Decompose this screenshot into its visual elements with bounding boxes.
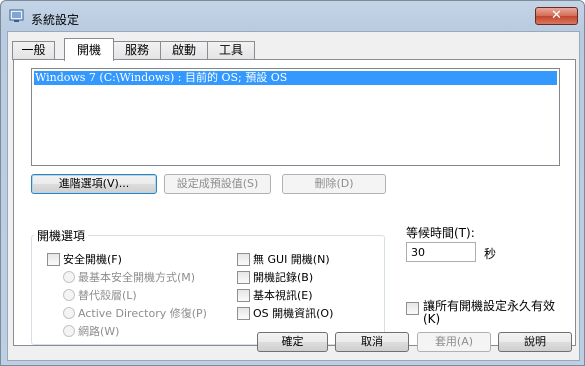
checkbox-box[interactable] — [237, 270, 250, 284]
base-video-checkbox[interactable]: 基本視訊(E) — [237, 287, 313, 302]
radio-circle[interactable] — [63, 289, 75, 301]
close-icon: ✕ — [551, 8, 562, 23]
advanced-options-button[interactable]: 進階選項(V)... — [31, 174, 157, 194]
tab-general[interactable]: 一般 — [12, 41, 55, 60]
tab-services[interactable]: 服務 — [113, 41, 161, 60]
radio-network[interactable]: 網路(W) — [63, 323, 119, 338]
timeout-input[interactable] — [406, 242, 476, 262]
ok-button[interactable]: 確定 — [257, 332, 328, 352]
radio-circle[interactable] — [63, 271, 75, 283]
radio-circle[interactable] — [63, 307, 75, 319]
checkbox-box[interactable] — [406, 302, 419, 315]
window-title: 系統設定 — [31, 13, 80, 27]
system-configuration-window: 系統設定 ✕ 一般 開機 服務 啟動 工具 Windows 7 (C:\Wind… — [0, 0, 585, 366]
checkbox-box[interactable] — [237, 252, 250, 266]
radio-circle[interactable] — [63, 325, 75, 337]
cancel-button[interactable]: 取消 — [335, 332, 409, 352]
apply-button[interactable]: 套用(A) — [417, 332, 491, 352]
radio-alternate-shell[interactable]: 替代殼層(L) — [63, 287, 137, 302]
msconfig-icon — [9, 9, 25, 23]
delete-button[interactable]: 刪除(D) — [282, 174, 386, 194]
title-bar[interactable]: 系統設定 ✕ — [1, 1, 584, 31]
radio-ad-repair[interactable]: Active Directory 修復(P) — [63, 305, 207, 320]
checkbox-box[interactable] — [237, 306, 250, 320]
tab-tools[interactable]: 工具 — [207, 41, 255, 60]
tab-startup[interactable]: 啟動 — [160, 41, 208, 60]
os-list[interactable]: Windows 7 (C:\Windows) : 目前的 OS; 預設 OS — [31, 68, 560, 166]
checkbox-box[interactable] — [47, 252, 60, 266]
help-button[interactable]: 說明 — [498, 332, 572, 352]
boot-log-checkbox[interactable]: 開機記錄(B) — [237, 269, 313, 284]
dialog-client-area: 一般 開機 服務 啟動 工具 Windows 7 (C:\Windows) : … — [7, 31, 580, 361]
boot-options-title: 開機選項 — [34, 227, 89, 244]
checkbox-box[interactable] — [237, 288, 250, 302]
set-as-default-button[interactable]: 設定成預設值(S) — [164, 174, 271, 194]
timeout-unit: 秒 — [484, 247, 497, 261]
timeout-label: 等候時間(T): — [406, 226, 475, 240]
no-gui-boot-checkbox[interactable]: 無 GUI 開機(N) — [237, 251, 330, 266]
boot-tab-panel: Windows 7 (C:\Windows) : 目前的 OS; 預設 OS 進… — [13, 59, 576, 346]
os-boot-info-checkbox[interactable]: OS 開機資訊(O) — [237, 305, 333, 320]
make-permanent-label: 讓所有開機設定永久有效(K) — [423, 299, 556, 326]
close-button[interactable]: ✕ — [535, 7, 578, 25]
make-permanent-checkbox[interactable]: 讓所有開機設定永久有效(K) — [406, 300, 566, 326]
os-list-item[interactable]: Windows 7 (C:\Windows) : 目前的 OS; 預設 OS — [34, 71, 557, 85]
radio-minimal[interactable]: 最基本安全開機方式(M) — [63, 269, 195, 284]
tab-boot[interactable]: 開機 — [64, 38, 114, 61]
safe-boot-checkbox[interactable]: 安全開機(F) — [47, 251, 122, 266]
